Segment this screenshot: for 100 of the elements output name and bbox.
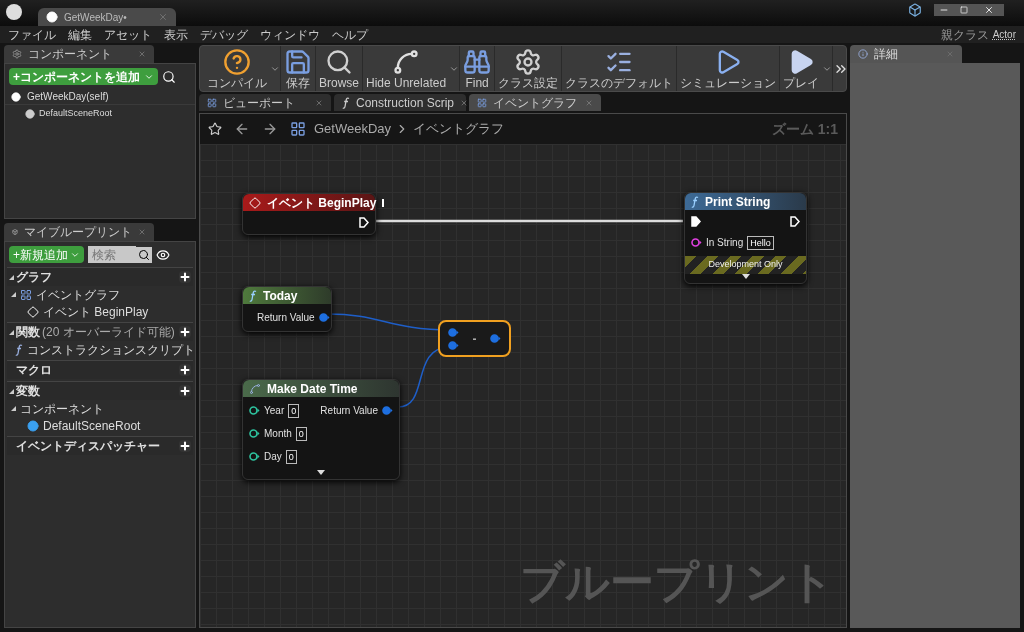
forward-icon[interactable] bbox=[262, 121, 278, 137]
toolbar-button[interactable]: シミュレーション bbox=[677, 46, 780, 91]
node-title: Print String bbox=[705, 193, 771, 211]
data-pin-icon[interactable] bbox=[249, 429, 260, 438]
data-pin-icon[interactable] bbox=[448, 340, 459, 350]
exec-pin-icon[interactable] bbox=[790, 216, 800, 227]
tree-item[interactable]: DefaultSceneRoot bbox=[5, 105, 195, 123]
development-only-stripe: Development Only bbox=[685, 256, 806, 274]
tree-item[interactable]: イベントグラフ bbox=[7, 286, 193, 303]
data-pin-icon[interactable] bbox=[249, 452, 260, 461]
close-button[interactable] bbox=[974, 4, 1004, 16]
search-field[interactable]: 検索 bbox=[88, 246, 136, 263]
expand-arrow-icon[interactable] bbox=[317, 470, 325, 475]
toolbar-button[interactable]: クラス設定 bbox=[495, 46, 562, 91]
pin-value-field[interactable]: 0 bbox=[285, 449, 297, 464]
search-icon[interactable] bbox=[162, 69, 176, 84]
menu-item[interactable]: ヘルプ bbox=[332, 25, 368, 44]
tree-item[interactable]: コンストラクションスクリプト bbox=[7, 341, 193, 358]
favorite-icon[interactable] bbox=[208, 122, 222, 136]
components-icon bbox=[12, 49, 22, 59]
data-pin-icon[interactable] bbox=[318, 313, 330, 322]
expanded-triangle-icon bbox=[9, 388, 14, 394]
gear-icon bbox=[514, 47, 543, 76]
graph-tab[interactable]: Construction Scrip bbox=[334, 94, 466, 111]
back-icon[interactable] bbox=[234, 121, 250, 137]
search-icon[interactable] bbox=[136, 246, 152, 263]
pin-value-field[interactable]: 0 bbox=[295, 426, 307, 441]
add-icon[interactable] bbox=[179, 385, 191, 397]
node-title: Today bbox=[263, 287, 298, 305]
data-pin-icon[interactable] bbox=[490, 334, 501, 343]
tree-item[interactable]: DefaultSceneRoot bbox=[7, 417, 193, 434]
subtract-node[interactable]: - bbox=[438, 320, 511, 357]
toolbar-button[interactable]: Browse bbox=[316, 46, 362, 91]
data-pin-icon[interactable] bbox=[691, 238, 702, 247]
graph-node[interactable]: Today Return Value bbox=[242, 286, 332, 332]
sphere-icon bbox=[11, 91, 21, 102]
section-header[interactable]: イベントディスパッチャー bbox=[7, 436, 193, 455]
menu-item[interactable]: 編集 bbox=[68, 25, 92, 44]
graph-tab[interactable]: ビューポート bbox=[199, 94, 331, 111]
breadcrumb-blueprint[interactable]: GetWeekDay bbox=[314, 119, 392, 139]
menu-item[interactable]: 表示 bbox=[164, 25, 188, 44]
toolbar-button[interactable]: プレイ bbox=[780, 46, 823, 91]
toolbar-button[interactable]: Find bbox=[460, 46, 495, 91]
expand-arrow-icon[interactable] bbox=[741, 273, 750, 279]
question-mark-icon bbox=[223, 47, 251, 76]
add-icon[interactable] bbox=[179, 326, 191, 338]
toolbar-button[interactable]: コンパイル bbox=[204, 46, 270, 91]
exec-pin-icon[interactable] bbox=[359, 217, 369, 228]
sphere-icon bbox=[46, 11, 58, 23]
menu-item[interactable]: ファイル bbox=[8, 25, 56, 44]
function-icon bbox=[342, 96, 350, 109]
graph-node[interactable]: Make Date Time Year 0 Month 0 Day 0 Return Value bbox=[242, 379, 400, 480]
expanded-triangle-icon bbox=[11, 406, 16, 411]
cube-icon[interactable] bbox=[908, 3, 922, 17]
binoculars-icon bbox=[463, 47, 492, 76]
toolbar-button[interactable]: Hide Unrelated bbox=[363, 46, 450, 91]
function-icon bbox=[249, 289, 257, 302]
menu-item[interactable]: アセット bbox=[104, 25, 152, 44]
parent-class-link[interactable]: Actor bbox=[992, 27, 1016, 42]
menu-item[interactable]: ウィンドウ bbox=[260, 25, 320, 44]
tree-item[interactable]: コンポーネント bbox=[7, 400, 193, 417]
panel-tab[interactable]: コンポーネント bbox=[4, 45, 154, 63]
sphere-icon bbox=[27, 419, 39, 432]
close-icon[interactable] bbox=[460, 98, 469, 107]
graph-node[interactable]: Print String In String Hello Development Only bbox=[684, 192, 807, 284]
section-header[interactable]: 変数 bbox=[7, 381, 193, 400]
add-icon[interactable] bbox=[179, 440, 191, 452]
toolbar-button[interactable]: 保存 bbox=[281, 46, 315, 91]
eye-icon[interactable] bbox=[156, 247, 170, 262]
magnifier-icon bbox=[325, 47, 353, 76]
data-pin-icon[interactable] bbox=[249, 406, 260, 415]
grid-icon bbox=[477, 97, 487, 108]
section-header[interactable]: マクロ bbox=[7, 360, 193, 379]
node-title: イベント BeginPlay bbox=[267, 194, 377, 212]
tree-item[interactable]: GetWeekDay(self) bbox=[5, 89, 195, 105]
section-header[interactable]: 関数 (20 オーバーライド可能) bbox=[7, 322, 193, 341]
toolbar-button[interactable]: クラスのデフォルト bbox=[562, 46, 677, 91]
pin-label: Month bbox=[264, 427, 292, 441]
document-tab[interactable]: GetWeekDay• bbox=[38, 8, 176, 26]
breadcrumb-graph[interactable]: イベントグラフ bbox=[413, 119, 505, 139]
add-icon[interactable] bbox=[179, 364, 191, 376]
close-icon[interactable] bbox=[315, 98, 323, 107]
minimize-button[interactable] bbox=[934, 4, 954, 16]
add-icon[interactable] bbox=[179, 271, 191, 283]
zoom-level: ズーム 1:1 bbox=[771, 119, 838, 139]
data-pin-icon[interactable] bbox=[382, 406, 393, 415]
expanded-triangle-icon bbox=[11, 292, 16, 297]
graph-icon bbox=[20, 288, 32, 301]
data-pin-icon[interactable] bbox=[448, 327, 459, 337]
exec-pin-icon[interactable] bbox=[691, 216, 701, 227]
info-icon bbox=[858, 49, 868, 59]
graph-tab[interactable]: イベントグラフ bbox=[469, 94, 601, 111]
section-header[interactable]: グラフ bbox=[7, 267, 193, 286]
menu-item[interactable]: デバッグ bbox=[200, 25, 248, 44]
curve-nodes-icon bbox=[392, 47, 421, 76]
pin-value-field[interactable]: 0 bbox=[288, 403, 300, 418]
pin-value-field[interactable]: Hello bbox=[747, 235, 774, 250]
panel-tab[interactable]: マイブループリント bbox=[4, 223, 154, 241]
pin-label: Day bbox=[264, 450, 282, 464]
tree-item[interactable]: イベント BeginPlay bbox=[7, 303, 193, 320]
